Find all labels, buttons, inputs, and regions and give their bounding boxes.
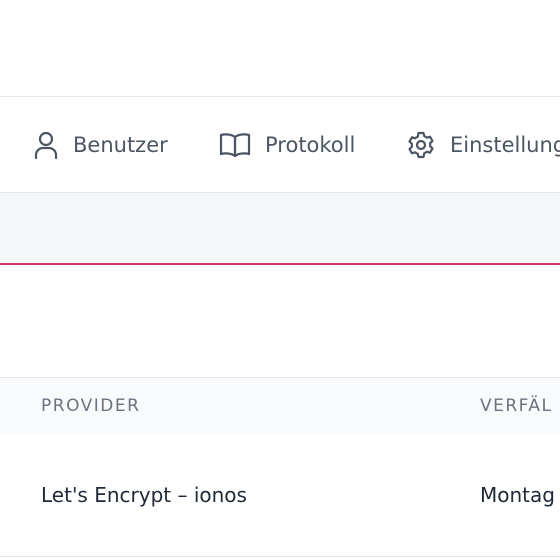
table-header: PROVIDER VERFÄL (0, 377, 560, 435)
nav-item-label: Einstellung (450, 132, 560, 157)
nav-item-label: Protokoll (265, 132, 356, 157)
page: Benutzer Protokoll Einstellung PROVIDER … (0, 0, 560, 560)
cell-expiry: Montag (480, 483, 555, 507)
nav-item-users[interactable]: Benutzer (33, 97, 168, 192)
nav-item-label: Benutzer (73, 132, 168, 157)
sub-bar (0, 193, 560, 265)
nav-item-protocol[interactable]: Protokoll (219, 97, 355, 192)
top-bar (0, 0, 560, 97)
cell-provider: Let's Encrypt – ionos (41, 483, 247, 507)
nav-item-settings[interactable]: Einstellung (406, 97, 560, 192)
table-row[interactable]: Let's Encrypt – ionos Montag (0, 434, 560, 557)
gear-icon (406, 130, 436, 160)
user-icon (33, 130, 59, 160)
column-header-provider[interactable]: PROVIDER (41, 378, 140, 434)
book-open-icon (219, 132, 251, 158)
column-header-expiry[interactable]: VERFÄL (480, 378, 553, 434)
main-nav: Benutzer Protokoll Einstellung (0, 97, 560, 193)
